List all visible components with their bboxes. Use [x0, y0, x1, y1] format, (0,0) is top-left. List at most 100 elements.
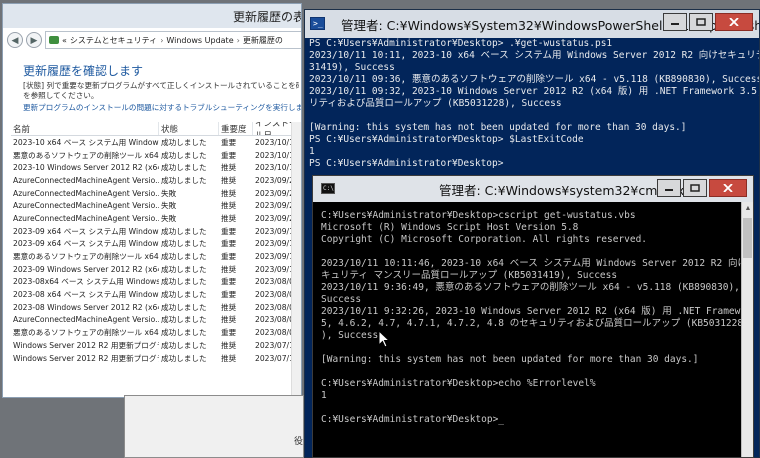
table-row[interactable]: 悪意のあるソフトウェアの削除ツール x64 ... 成功しました 重要 2023/09…: [11, 250, 301, 263]
cell-name: 2023-08 x64 ベース システム用 Windows...: [13, 290, 159, 300]
cell-status: 失敗: [161, 188, 177, 198]
window-controls: [657, 179, 747, 197]
column-header-status[interactable]: 状態: [159, 122, 219, 135]
cell-status: 成功しました: [161, 239, 207, 249]
console-line: Success: [321, 294, 362, 305]
breadcrumb-item[interactable]: Windows Update: [166, 36, 233, 45]
console-line: 2023/10/11 9:32:26, 2023-10 Windows Serv…: [321, 306, 754, 317]
table-scrollbar[interactable]: [291, 122, 301, 397]
minimize-button[interactable]: [663, 13, 687, 31]
back-button[interactable]: ◀: [7, 32, 23, 48]
maximize-icon: [690, 184, 700, 192]
cell-importance: 重要: [221, 239, 237, 249]
cell-status: 成功しました: [161, 353, 207, 363]
table-row[interactable]: AzureConnectedMachineAgent Versio... 成功しま…: [11, 174, 301, 187]
powershell-console[interactable]: PS C:¥Users¥Administrator¥Desktop> .¥get…: [309, 38, 760, 170]
table-row[interactable]: 2023-08 Windows Server 2012 R2 (x64 版) .…: [11, 301, 301, 314]
column-header-importance[interactable]: 重要度: [219, 122, 253, 135]
console-line: Microsoft (R) Windows Script Host Versio…: [321, 222, 579, 233]
page-description: [状態] 列で重要な更新プログラムがすべて正しくインストールされていることを確認…: [23, 81, 299, 101]
table-row[interactable]: AzureConnectedMachineAgent Versio... 失敗 推奨…: [11, 187, 301, 200]
powershell-icon: >_: [310, 17, 325, 30]
control-panel-icon: [49, 36, 59, 44]
update-history-table: 名前 状態 重要度 インストール日 2023-10 x64 ベース システム用 …: [11, 122, 301, 365]
page-title: 更新履歴を確認します: [23, 64, 144, 78]
table-row[interactable]: Windows Server 2012 R2 用更新プログラ... 成功しました 推…: [11, 352, 301, 365]
table-row[interactable]: 2023-09 x64 ベース システム用 Windows... 成功しました 重要…: [11, 238, 301, 251]
cmd-title: 管理者: C:¥Windows¥system32¥cmd.exe: [439, 182, 692, 198]
table-row[interactable]: AzureConnectedMachineAgent Versio... 失敗 推奨…: [11, 199, 301, 212]
cell-name: AzureConnectedMachineAgent Versio...: [13, 213, 159, 223]
scroll-thumb[interactable]: [743, 218, 752, 258]
maximize-button[interactable]: [683, 179, 707, 197]
breadcrumb-item[interactable]: 更新履歴の: [243, 35, 283, 46]
breadcrumb-item[interactable]: システムとセキュリティ: [70, 35, 157, 46]
cell-status: 失敗: [161, 213, 177, 223]
console-line: 2023/10/11 09:36, 悪意のあるソフトウェアの削除ツール x64 …: [309, 74, 760, 85]
column-header-name[interactable]: 名前: [11, 122, 159, 135]
table-row[interactable]: 2023-09 x64 ベース システム用 Windows... 成功しました 重要…: [11, 225, 301, 238]
mouse-pointer-icon: [378, 330, 390, 348]
background-window-text: 役: [293, 437, 303, 447]
forward-button[interactable]: ▶: [26, 32, 42, 48]
table-row[interactable]: AzureConnectedMachineAgent Versio... 失敗 推奨…: [11, 212, 301, 225]
breadcrumb[interactable]: « システムとセキュリティ › Windows Update › 更新履歴の: [45, 31, 301, 49]
cell-importance: 推奨: [221, 188, 237, 198]
cell-name: 2023-10 Windows Server 2012 R2 (x64 版) .…: [13, 163, 159, 173]
table-row[interactable]: 2023-10 x64 ベース システム用 Windows... 成功しました 重要…: [11, 136, 301, 149]
cell-importance: 推奨: [221, 213, 237, 223]
maximize-icon: [696, 18, 706, 26]
table-row[interactable]: Windows Server 2012 R2 用更新プログラ... 成功しました 推…: [11, 339, 301, 352]
scroll-up-icon[interactable]: ▲: [742, 202, 753, 214]
cell-importance: 推奨: [221, 353, 237, 363]
cell-importance: 推奨: [221, 163, 237, 173]
cell-name: Windows Server 2012 R2 用更新プログラ...: [13, 340, 159, 350]
cell-importance: 重要: [221, 252, 237, 262]
powershell-titlebar[interactable]: >_ 管理者: C:¥Windows¥System32¥WindowsPower…: [305, 10, 759, 38]
table-row[interactable]: 2023-08x64 ベース システム用 Windows... 成功しました 重要 2…: [11, 276, 301, 289]
cell-status: 成功しました: [161, 340, 207, 350]
table-row[interactable]: 2023-10 Windows Server 2012 R2 (x64 版) .…: [11, 161, 301, 174]
close-button[interactable]: [709, 179, 747, 197]
cmd-window: C:\ 管理者: C:¥Windows¥system32¥cmd.exe C:¥…: [312, 175, 754, 458]
update-window-titlebar[interactable]: 更新履歴の表示: [3, 4, 301, 28]
console-line: 2023/10/11 9:36:49, 悪意のあるソフトウェアの削除ツール x6…: [321, 282, 740, 293]
table-row[interactable]: 2023-08 x64 ベース システム用 Windows... 成功しました 重要…: [11, 288, 301, 301]
close-icon: [729, 18, 739, 26]
cell-importance: 重要: [221, 290, 237, 300]
minimize-button[interactable]: [657, 179, 681, 197]
close-icon: [723, 184, 733, 192]
cmd-titlebar[interactable]: C:\ 管理者: C:¥Windows¥system32¥cmd.exe: [313, 176, 753, 202]
console-line: C:¥Users¥Administrator¥Desktop>cscript g…: [321, 210, 636, 221]
table-row[interactable]: 悪意のあるソフトウェアの削除ツール x64 ... 成功しました 重要 2023/10…: [11, 149, 301, 162]
console-line: 2023/10/11 10:11:46, 2023-10 x64 ベース システ…: [321, 258, 754, 269]
console-line: [Warning: this system has not been updat…: [321, 354, 699, 365]
troubleshoot-link[interactable]: 更新プログラムのインストールの問題に対するトラブルシューティングを実行します: [23, 102, 301, 113]
cell-importance: 推奨: [221, 302, 237, 312]
breadcrumb-root[interactable]: «: [62, 36, 67, 45]
cell-name: 2023-09 Windows Server 2012 R2 (x64 版) .…: [13, 264, 159, 274]
cmd-icon: C:\: [321, 183, 335, 194]
table-row[interactable]: AzureConnectedMachineAgent Versio... 成功しま…: [11, 314, 301, 327]
description-line: を参照してください。: [23, 91, 99, 100]
window-controls: [663, 13, 753, 31]
cmd-console[interactable]: C:¥Users¥Administrator¥Desktop>cscript g…: [321, 210, 754, 426]
console-line: C:¥Users¥Administrator¥Desktop>_: [321, 414, 505, 425]
breadcrumb-separator-icon: ›: [160, 35, 164, 45]
console-line: 1: [321, 390, 327, 401]
maximize-button[interactable]: [689, 13, 713, 31]
cell-status: 成功しました: [161, 252, 207, 262]
table-row[interactable]: 2023-09 Windows Server 2012 R2 (x64 版) .…: [11, 263, 301, 276]
cmd-scrollbar[interactable]: ▲: [741, 202, 753, 457]
table-row[interactable]: 悪意のあるソフトウェアの削除ツール x64 ... 成功しました 重要 2023/08…: [11, 326, 301, 339]
console-line: [Warning: this system has not been updat…: [309, 122, 687, 133]
cell-status: 成功しました: [161, 150, 207, 160]
console-line: 5, 4.6.2, 4.7, 4.7.1, 4.7.2, 4.8 のセキュリティ…: [321, 318, 744, 329]
minimize-icon: [665, 189, 673, 191]
cell-name: 2023-10 x64 ベース システム用 Windows...: [13, 137, 159, 147]
close-button[interactable]: [715, 13, 753, 31]
cell-importance: 重要: [221, 226, 237, 236]
